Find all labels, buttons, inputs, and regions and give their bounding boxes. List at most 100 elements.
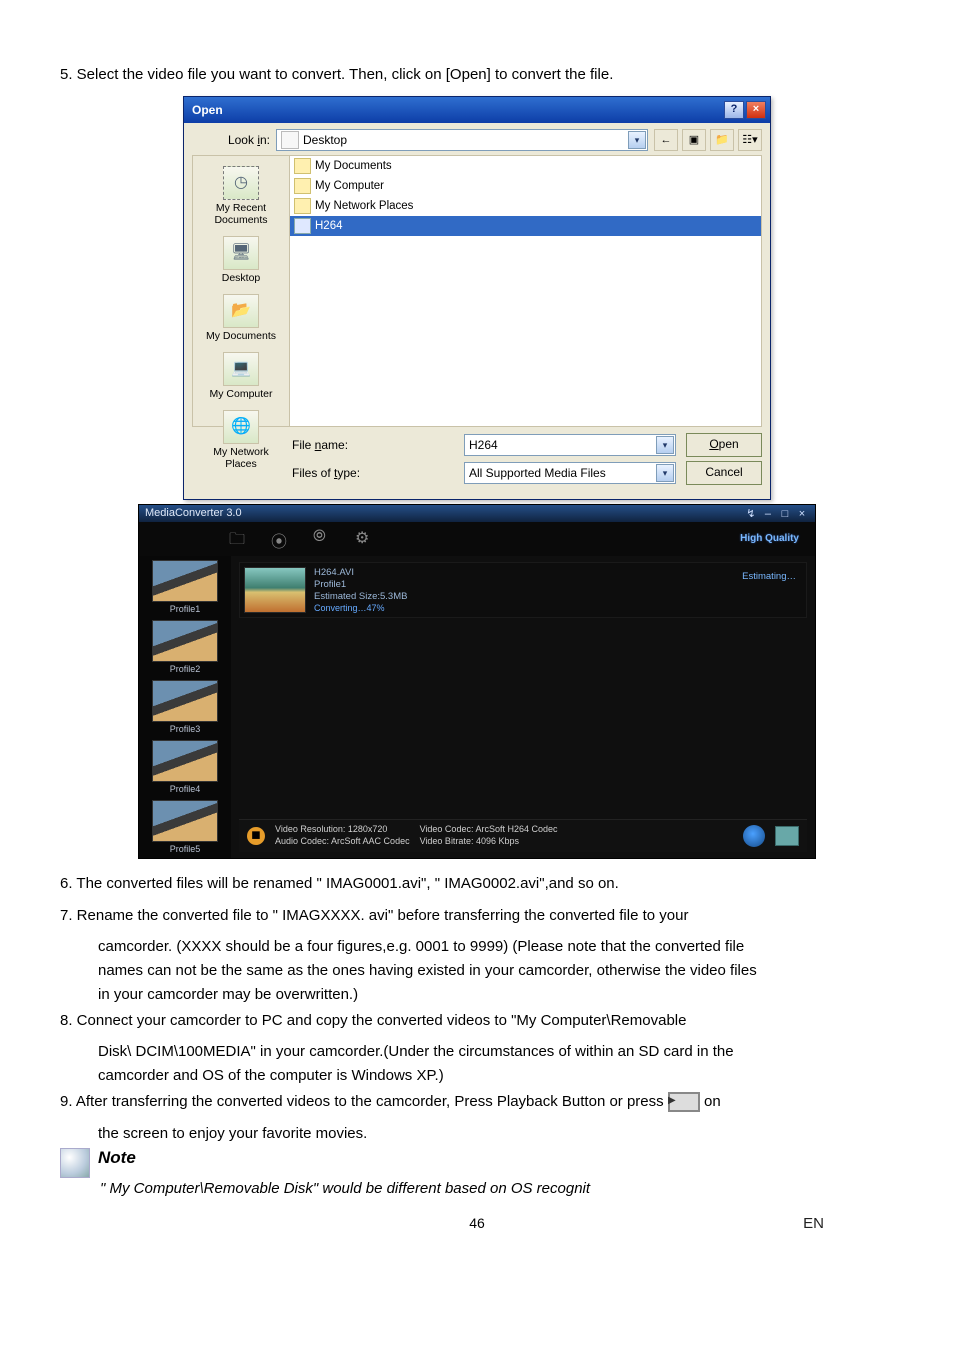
open-dialog: Open ? × Look in: Desktop ▾ ← ▣ 📁 ☷▾ ◷ [183, 96, 771, 500]
open-dialog-titlebar[interactable]: Open ? × [184, 97, 770, 123]
page-number: 46 [60, 1215, 894, 1231]
folder-icon [294, 158, 311, 174]
queue-item[interactable]: H264.AVI Profile1 Estimated Size:5.3MB C… [239, 562, 807, 618]
mc-toolbar: 🗀 ⦿ ⦾ ⚙ High Quality [139, 522, 815, 556]
filename-input[interactable]: H264 ▾ [464, 434, 676, 456]
lookin-label: Look in: [192, 133, 276, 147]
close-button[interactable]: × [795, 508, 809, 520]
settings-icon[interactable]: ⚙ [355, 528, 377, 550]
up-button[interactable]: ▣ [682, 129, 706, 151]
item-filename: H264.AVI [314, 567, 407, 578]
maximize-button[interactable]: □ [778, 508, 792, 520]
close-button[interactable]: × [746, 101, 766, 119]
note-icon [60, 1148, 90, 1178]
step-7-line: in your camcorder may be overwritten.) [60, 984, 894, 1006]
profile4[interactable]: Profile4 [143, 740, 227, 794]
high-quality-label: High Quality [740, 533, 799, 544]
mc-titlebar[interactable]: MediaConverter 3.0 ↯ – □ × [139, 505, 815, 522]
step-5: 5. Select the video file you want to con… [60, 64, 894, 86]
file-list[interactable]: My Documents My Computer My Network Plac… [289, 155, 762, 427]
output-device-icon[interactable] [775, 826, 799, 846]
note-body: " My Computer\Removable Disk" would be d… [60, 1180, 894, 1197]
mc-title-text: MediaConverter 3.0 [145, 507, 242, 519]
desktop-place-icon: 🖥 [223, 236, 259, 270]
step-7: 7. Rename the converted file to " IMAGXX… [60, 905, 894, 927]
mc-main: H264.AVI Profile1 Estimated Size:5.3MB C… [231, 556, 815, 858]
status-resolution: Video Resolution: 1280x720 [275, 824, 410, 836]
mediaconverter-window: MediaConverter 3.0 ↯ – □ × 🗀 ⦿ ⦾ ⚙ High … [138, 504, 816, 859]
item-progress: Converting…47% [314, 603, 407, 613]
cancel-button[interactable]: Cancel [686, 461, 762, 485]
mydocs-icon: 📂 [223, 294, 259, 328]
place-mydocs[interactable]: 📂 My Documents [197, 290, 285, 346]
profile-thumb [152, 800, 218, 842]
folder-icon [294, 178, 311, 194]
profile2[interactable]: Profile2 [143, 620, 227, 674]
step-8-line: Disk\ DCIM\100MEDIA" in your camcorder.(… [60, 1041, 894, 1063]
profile3[interactable]: Profile3 [143, 680, 227, 734]
status-audio-codec: Audio Codec: ArcSoft AAC Codec [275, 836, 410, 848]
lang-label: EN [803, 1215, 824, 1232]
list-item[interactable]: My Network Places [290, 196, 761, 216]
profile1[interactable]: Profile1 [143, 560, 227, 614]
step-9: 9. After transferring the converted vide… [60, 1091, 894, 1113]
connect-icon[interactable]: ↯ [744, 507, 758, 520]
open-dialog-title: Open [192, 103, 223, 117]
list-item[interactable]: My Computer [290, 176, 761, 196]
views-button[interactable]: ☷▾ [738, 129, 762, 151]
add-disc-icon[interactable]: ⦿ [271, 528, 293, 550]
step-6: 6. The converted files will be renamed "… [60, 873, 894, 895]
profile-thumb [152, 680, 218, 722]
lookin-select[interactable]: Desktop ▾ [276, 129, 648, 151]
add-file-icon[interactable]: 🗀 [229, 528, 251, 550]
place-desktop[interactable]: 🖥 Desktop [197, 232, 285, 288]
folder-icon [294, 198, 311, 214]
lookin-value: Desktop [303, 133, 347, 147]
note-heading: Note [98, 1148, 136, 1168]
stop-button[interactable]: ◼ [247, 827, 265, 845]
profile-sidebar: Profile1 Profile2 Profile3 Profile4 Prof… [139, 556, 231, 858]
open-button[interactable]: Open [686, 433, 762, 457]
list-item-selected[interactable]: H264 [290, 216, 761, 236]
status-video-codec: Video Codec: ArcSoft H264 Codec [420, 824, 558, 836]
item-size: Estimated Size:5.3MB [314, 591, 407, 602]
profile-thumb [152, 620, 218, 662]
back-button[interactable]: ← [654, 129, 678, 151]
filename-label: File name: [192, 438, 464, 452]
filetype-label: Files of type: [192, 466, 464, 480]
place-recent[interactable]: ◷ My Recent Documents [197, 162, 285, 230]
place-mycomp[interactable]: 💻 My Computer [197, 348, 285, 404]
new-folder-icon: 📁 [715, 133, 729, 146]
playback-icon: ▶ [668, 1092, 700, 1112]
chevron-down-icon[interactable]: ▾ [628, 131, 646, 149]
step-7-line: camcorder. (XXXX should be a four figure… [60, 936, 894, 958]
chevron-down-icon[interactable]: ▾ [656, 436, 674, 454]
arrow-up-icon: ▣ [689, 133, 699, 146]
profile-thumb [152, 740, 218, 782]
list-item[interactable]: My Documents [290, 156, 761, 176]
help-button[interactable]: ? [724, 101, 744, 119]
profile5[interactable]: Profile5 [143, 800, 227, 854]
folder-icon [294, 218, 311, 234]
open-dialog-toolbar: ← ▣ 📁 ☷▾ [654, 129, 762, 151]
views-icon: ☷▾ [742, 133, 757, 146]
new-folder-button[interactable]: 📁 [710, 129, 734, 151]
minimize-button[interactable]: – [761, 508, 775, 520]
item-estimating: Estimating… [742, 567, 802, 582]
add-url-icon[interactable]: ⦾ [313, 528, 335, 550]
places-bar: ◷ My Recent Documents 🖥 Desktop 📂 My Doc… [192, 155, 289, 427]
status-video-bitrate: Video Bitrate: 4096 Kbps [420, 836, 558, 848]
step-7-line: names can not be the same as the ones ha… [60, 960, 894, 982]
step-8-line: camcorder and OS of the computer is Wind… [60, 1065, 894, 1087]
filetype-select[interactable]: All Supported Media Files ▾ [464, 462, 676, 484]
recent-icon: ◷ [223, 166, 259, 200]
step-8: 8. Connect your camcorder to PC and copy… [60, 1010, 894, 1032]
mycomp-icon: 💻 [223, 352, 259, 386]
arrow-left-icon: ← [661, 134, 672, 146]
chevron-down-icon[interactable]: ▾ [656, 464, 674, 482]
item-thumbnail [244, 567, 306, 613]
desktop-icon [281, 131, 299, 149]
record-icon[interactable] [743, 825, 765, 847]
step-9-line: the screen to enjoy your favorite movies… [60, 1123, 894, 1145]
item-profile: Profile1 [314, 579, 407, 590]
